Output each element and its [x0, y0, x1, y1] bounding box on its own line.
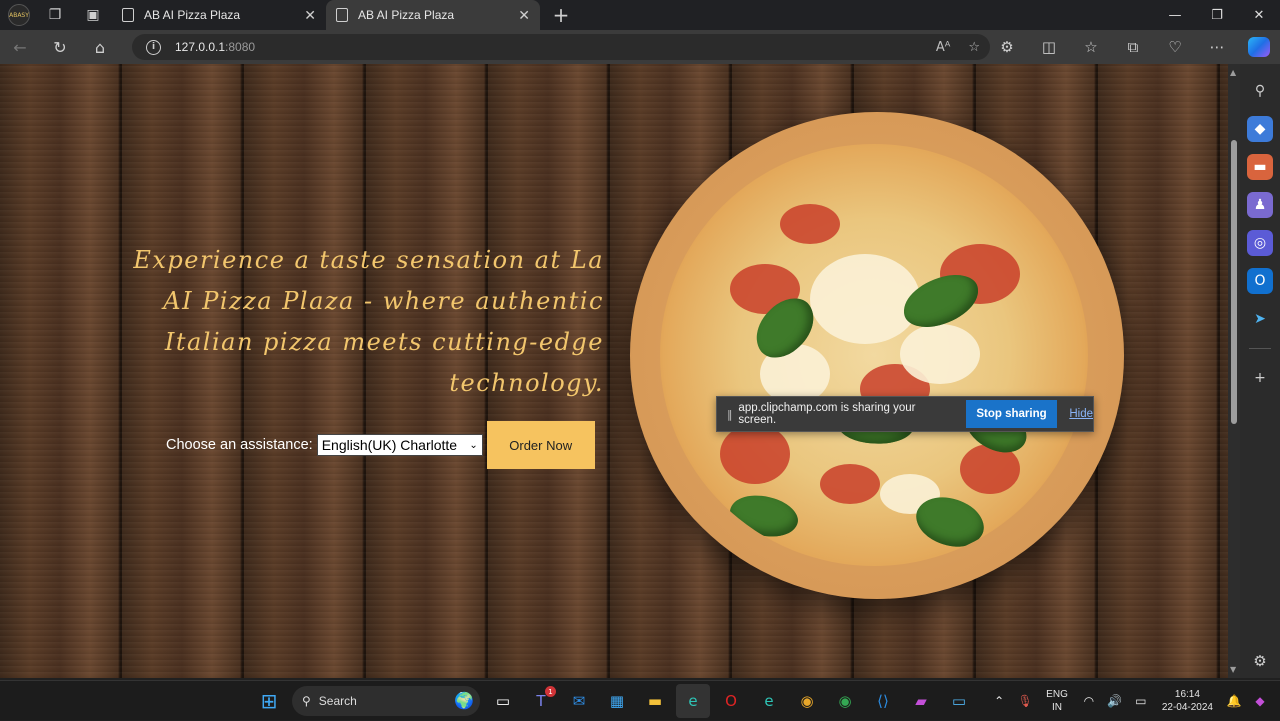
settings-gear-icon[interactable]: ⚙ — [1253, 652, 1266, 670]
drag-handle-icon[interactable]: || — [727, 408, 733, 421]
teams-icon[interactable]: T1 — [524, 684, 558, 718]
edge-icon[interactable]: e — [676, 684, 710, 718]
tab-2[interactable]: AB AI Pizza Plaza ✕ — [326, 0, 540, 30]
chrome-canary-icon[interactable]: ◉ — [828, 684, 862, 718]
vertical-tabs-icon[interactable]: ▣ — [74, 0, 112, 30]
address-toolbar: ← ↻ ⌂ i 127.0.0.1:8080 Aᴬ ☆ ⚙ ◫ ☆ ⧉ ♡ ⋯ — [0, 30, 1280, 64]
more-menu-icon[interactable]: ⋯ — [1196, 38, 1238, 56]
volume-icon[interactable]: 🔊 — [1105, 694, 1125, 708]
clipchamp-icon[interactable]: ▰ — [904, 684, 938, 718]
battery-icon[interactable]: ▭ — [1131, 694, 1151, 708]
tab-title: AB AI Pizza Plaza — [358, 8, 455, 22]
minimize-icon[interactable]: — — [1154, 0, 1196, 30]
profile-avatar[interactable]: ABASY — [8, 4, 30, 26]
split-screen-icon[interactable]: ◫ — [1028, 38, 1070, 56]
tab-title: AB AI Pizza Plaza — [144, 8, 241, 22]
refresh-icon[interactable]: ↻ — [40, 30, 80, 64]
scroll-down-icon[interactable]: ▼ — [1230, 665, 1236, 674]
copilot-taskbar-icon[interactable]: ◆ — [1250, 694, 1270, 708]
chevron-up-icon[interactable]: ⌃ — [989, 694, 1009, 708]
order-now-button[interactable]: Order Now — [486, 421, 595, 469]
close-tab-icon[interactable]: ✕ — [518, 7, 530, 24]
address-bar[interactable]: i 127.0.0.1:8080 Aᴬ ☆ — [132, 34, 990, 60]
search-icon[interactable]: ⚲ — [1247, 78, 1273, 104]
copilot-icon[interactable] — [1248, 37, 1270, 57]
opera-icon[interactable]: O — [714, 684, 748, 718]
assistance-select[interactable]: English(UK) Charlotte ⌄ — [316, 434, 483, 456]
close-window-icon[interactable]: ✕ — [1238, 0, 1280, 30]
sidebar-divider — [1249, 348, 1271, 349]
microphone-icon[interactable]: 🎙 — [1015, 694, 1035, 708]
notification-bell-icon[interactable]: 🔔 — [1224, 694, 1244, 708]
clock[interactable]: 16:14 22-04-2024 — [1162, 688, 1213, 714]
tools-briefcase-icon[interactable]: ▬ — [1247, 154, 1273, 180]
assistance-label: Choose an assistance: — [166, 437, 313, 453]
search-label: Search — [318, 694, 357, 708]
url-text[interactable]: 127.0.0.1:8080 — [175, 40, 255, 54]
search-highlight-icon: 🌍 — [454, 693, 474, 710]
vertical-scrollbar[interactable]: ▲ ▼ — [1228, 64, 1240, 678]
window-controls: — ❐ ✕ — [1154, 0, 1280, 30]
favorite-star-icon[interactable]: ☆ — [968, 40, 980, 55]
shopping-tag-icon[interactable]: ◆ — [1247, 116, 1273, 142]
page-icon — [122, 8, 134, 22]
site-info-icon[interactable]: i — [146, 39, 161, 55]
windows-start-icon[interactable]: ⊞ — [252, 684, 286, 718]
browser-essentials-icon[interactable]: ♡ — [1154, 38, 1196, 56]
hero-tagline: Experience a taste sensation at La AI Pi… — [133, 246, 604, 397]
home-icon[interactable]: ⌂ — [80, 30, 120, 64]
file-explorer-icon[interactable]: ▬ — [638, 684, 672, 718]
page-viewport: Experience a taste sensation at La AI Pi… — [0, 64, 1228, 678]
new-tab-button[interactable]: + — [546, 3, 576, 27]
chevron-down-icon: ⌄ — [469, 439, 478, 451]
screen-sharing-bar: || app.clipchamp.com is sharing your scr… — [716, 396, 1094, 432]
games-icon[interactable]: ♟ — [1247, 192, 1273, 218]
edge-dev-icon[interactable]: e — [752, 684, 786, 718]
scroll-thumb[interactable] — [1231, 140, 1237, 424]
language-indicator[interactable]: ENG IN — [1046, 688, 1068, 714]
edge-sidebar: ⚲ ◆ ▬ ♟ ◎ O ➤ + ⚙ — [1240, 64, 1280, 678]
pizza-image — [660, 144, 1088, 566]
chrome-icon[interactable]: ◉ — [790, 684, 824, 718]
tab-strip: ABASY ❐ ▣ AB AI Pizza Plaza ✕ AB AI Pizz… — [0, 0, 1280, 30]
collections-icon[interactable]: ⧉ — [1112, 38, 1154, 56]
close-tab-icon[interactable]: ✕ — [304, 7, 316, 24]
stop-sharing-button[interactable]: Stop sharing — [965, 400, 1058, 428]
favorites-icon[interactable]: ☆ — [1070, 38, 1112, 56]
restore-icon[interactable]: ❐ — [1196, 0, 1238, 30]
wifi-icon[interactable]: ◠ — [1079, 694, 1099, 708]
task-view-icon[interactable]: ▭ — [486, 684, 520, 718]
sharing-message: app.clipchamp.com is sharing your screen… — [738, 402, 916, 426]
remote-desktop-icon[interactable]: ▭ — [942, 684, 976, 718]
assistance-selected-value: English(UK) Charlotte — [321, 437, 458, 453]
hide-link[interactable]: Hide — [1069, 408, 1093, 420]
vscode-icon[interactable]: ⟨⟩ — [866, 684, 900, 718]
add-icon[interactable]: + — [1247, 365, 1273, 391]
send-icon[interactable]: ➤ — [1247, 306, 1273, 332]
workspaces-icon[interactable]: ❐ — [36, 0, 74, 30]
store-icon[interactable]: ▦ — [600, 684, 634, 718]
taskbar-search[interactable]: ⚲ Search 🌍 — [292, 686, 480, 716]
copilot-app-icon[interactable]: ◎ — [1247, 230, 1273, 256]
notification-badge: 1 — [545, 686, 556, 697]
tab-1[interactable]: AB AI Pizza Plaza ✕ — [112, 0, 326, 30]
extensions-icon[interactable]: ⚙ — [986, 38, 1028, 56]
read-aloud-icon[interactable]: Aᴬ — [936, 40, 951, 55]
assistance-row: Choose an assistance: English(UK) Charlo… — [166, 421, 595, 469]
scroll-up-icon[interactable]: ▲ — [1230, 68, 1236, 77]
outlook-icon[interactable]: O — [1247, 268, 1273, 294]
mail-icon[interactable]: ✉ — [562, 684, 596, 718]
page-icon — [336, 8, 348, 22]
search-icon: ⚲ — [302, 694, 311, 708]
back-arrow-icon[interactable]: ← — [0, 30, 40, 64]
taskbar: ⊞ ⚲ Search 🌍 ▭ T1 ✉ ▦ ▬ e O e ◉ ◉ ⟨⟩ ▰ ▭… — [0, 680, 1280, 720]
